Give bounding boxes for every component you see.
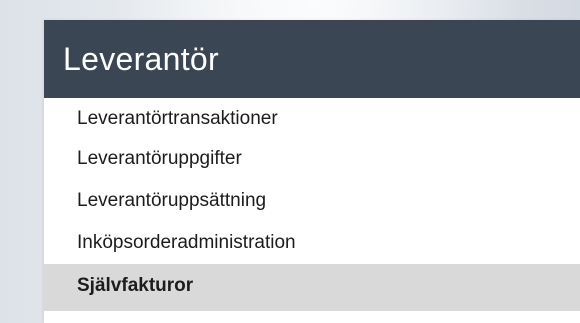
menu-item-supplier-setup[interactable]: Leverantöruppsättning [44, 180, 580, 222]
menu-item-purchase-order-admin[interactable]: Inköpsorderadministration [44, 222, 580, 264]
supplier-menu-panel: Leverantör Leverantörtransaktioner Lever… [44, 20, 580, 323]
menu-list: Leverantörtransaktioner Leverantöruppgif… [44, 98, 580, 311]
menu-item-self-billing[interactable]: Självfakturor [44, 264, 580, 311]
panel-header: Leverantör [44, 20, 580, 98]
panel-title: Leverantör [63, 41, 219, 77]
menu-item-supplier-transactions[interactable]: Leverantörtransaktioner [44, 98, 580, 138]
menu-item-supplier-details[interactable]: Leverantöruppgifter [44, 138, 580, 180]
